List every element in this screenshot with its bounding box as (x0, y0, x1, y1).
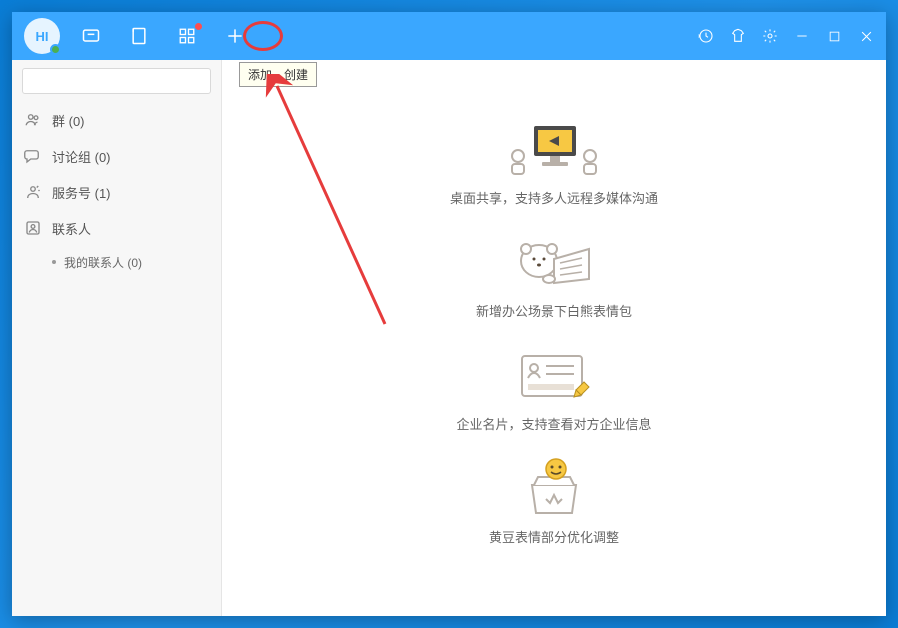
sidebar-item-discussion[interactable]: 讨论组 (0) (12, 138, 221, 174)
feature-caption: 黄豆表情部分优化调整 (489, 527, 619, 546)
sidebar-item-service[interactable]: 服务号 (1) (12, 174, 221, 210)
bullet-icon (52, 260, 56, 264)
feature-illustration-icon (494, 116, 614, 182)
add-create-button[interactable] (218, 19, 252, 53)
feature-illustration-icon (494, 455, 614, 521)
sidebar: 群 (0) 讨论组 (0) 服务号 (1) 联系人 我的联系人 (0) (12, 60, 222, 616)
history-icon[interactable] (692, 22, 720, 50)
window-controls (692, 12, 880, 60)
sidebar-subitem-label: 我的联系人 (0) (64, 254, 142, 271)
titlebar: HI (12, 12, 886, 60)
sidebar-item-label: 讨论组 (0) (52, 147, 111, 166)
minimize-button[interactable] (788, 22, 816, 50)
contacts-icon[interactable] (122, 19, 156, 53)
service-icon (24, 183, 42, 201)
app-body: 群 (0) 讨论组 (0) 服务号 (1) 联系人 我的联系人 (0) (12, 60, 886, 616)
contacts-icon (24, 219, 42, 237)
close-button[interactable] (852, 22, 880, 50)
feature-caption: 企业名片，支持查看对方企业信息 (456, 414, 651, 433)
feature-illustration-icon (494, 342, 614, 408)
feature-bear-emoji: 新增办公场景下白熊表情包 (476, 229, 632, 320)
feature-caption: 桌面共享，支持多人远程多媒体沟通 (450, 188, 658, 207)
feature-bean-emoji: 黄豆表情部分优化调整 (489, 455, 619, 546)
feature-illustration-icon (494, 229, 614, 295)
sidebar-item-groups[interactable]: 群 (0) (12, 102, 221, 138)
apps-icon[interactable] (170, 19, 204, 53)
sidebar-subitem-mycontacts[interactable]: 我的联系人 (0) (12, 246, 221, 278)
sidebar-item-label: 联系人 (52, 219, 91, 238)
notification-dot-icon (195, 23, 202, 30)
group-icon (24, 111, 42, 129)
discussion-icon (24, 147, 42, 165)
feature-caption: 新增办公场景下白熊表情包 (476, 301, 632, 320)
feature-screen-share: 桌面共享，支持多人远程多媒体沟通 (450, 116, 658, 207)
sidebar-item-label: 服务号 (1) (52, 183, 111, 202)
messages-icon[interactable] (74, 19, 108, 53)
search-wrap (12, 60, 221, 102)
add-button-tooltip: 添加，创建 (239, 62, 317, 87)
logo-text: HI (36, 29, 49, 44)
settings-icon[interactable] (756, 22, 784, 50)
sidebar-item-contacts[interactable]: 联系人 (12, 210, 221, 246)
app-logo[interactable]: HI (24, 18, 60, 54)
sidebar-item-label: 群 (0) (52, 111, 85, 130)
status-online-icon (50, 44, 61, 55)
main-content: 桌面共享，支持多人远程多媒体沟通 (222, 60, 886, 616)
feature-business-card: 企业名片，支持查看对方企业信息 (456, 342, 651, 433)
skin-icon[interactable] (724, 22, 752, 50)
maximize-button[interactable] (820, 22, 848, 50)
app-window: HI (12, 12, 886, 616)
search-input[interactable] (22, 68, 211, 94)
